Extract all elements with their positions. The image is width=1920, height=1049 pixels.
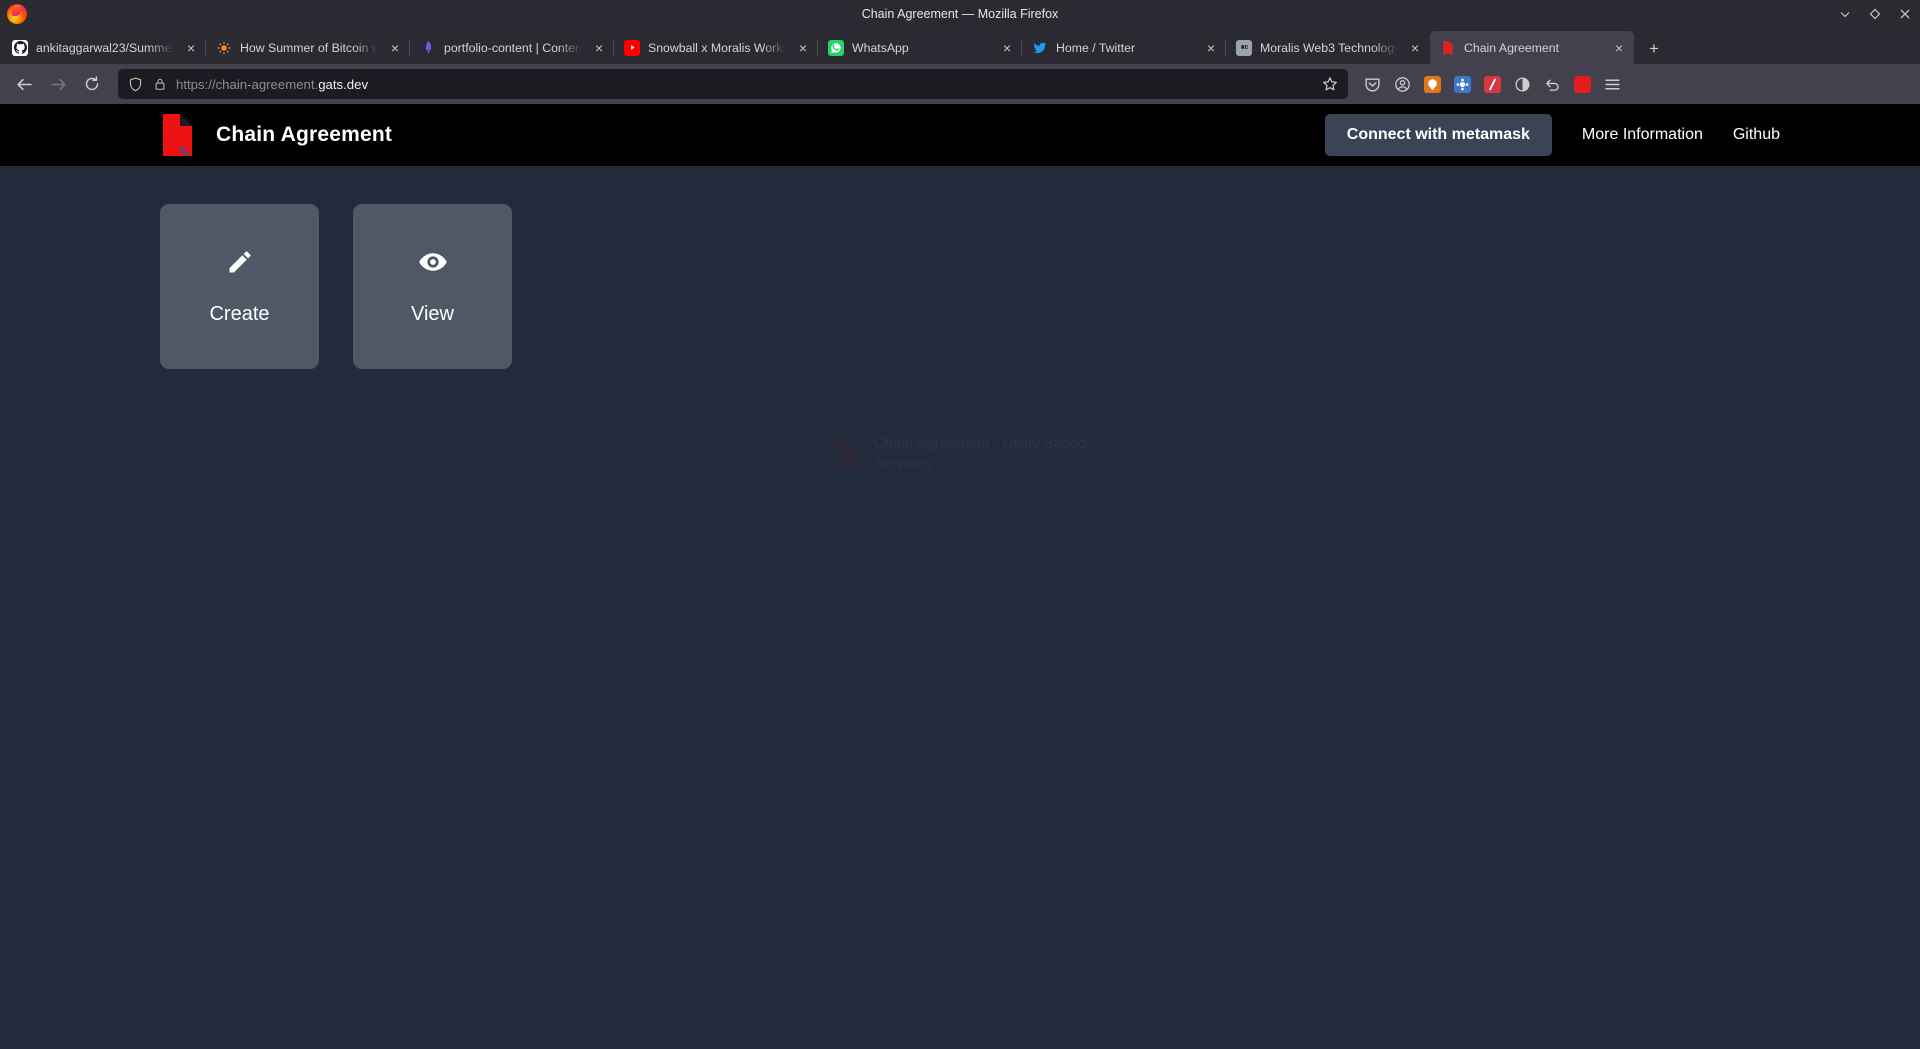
view-card[interactable]: View: [353, 204, 512, 369]
close-icon[interactable]: ×: [1406, 39, 1424, 57]
shield-icon[interactable]: [126, 75, 144, 93]
action-cards: Create View: [0, 166, 1920, 369]
window-controls: [1838, 0, 1912, 28]
view-card-label: View: [411, 303, 454, 325]
address-bar[interactable]: https://chain-agreement.gats.dev: [118, 69, 1348, 99]
maximize-icon[interactable]: [1868, 7, 1882, 21]
close-icon[interactable]: ×: [386, 39, 404, 57]
tab-title: How Summer of Bitcoin wo: [240, 40, 378, 55]
close-icon[interactable]: ×: [998, 39, 1016, 57]
padlock-icon[interactable]: [151, 75, 169, 93]
rocket-icon: [420, 40, 436, 56]
youtube-icon: [624, 39, 640, 56]
close-icon[interactable]: ×: [1610, 39, 1628, 57]
close-icon[interactable]: ×: [1202, 39, 1220, 57]
tab-title: portfolio-content | Content: [444, 40, 582, 55]
new-tab-button[interactable]: +: [1638, 34, 1670, 64]
chain-agreement-icon: [1440, 40, 1456, 56]
browser-tab-active[interactable]: Chain Agreement ×: [1430, 31, 1634, 64]
close-icon[interactable]: ×: [794, 39, 812, 57]
eye-icon: [418, 247, 448, 277]
nav-link-more-information[interactable]: More Information: [1582, 126, 1703, 144]
navigation-toolbar: https://chain-agreement.gats.dev: [0, 64, 1920, 104]
url-prefix: https://chain-agreement.: [176, 76, 319, 92]
close-icon[interactable]: ×: [182, 39, 200, 57]
browser-tab[interactable]: How Summer of Bitcoin wo ×: [206, 31, 410, 64]
url-domain: gats.dev: [318, 76, 369, 92]
forward-arrow-icon[interactable]: [42, 68, 74, 100]
site-header: Chain Agreement Connect with metamask Mo…: [0, 104, 1920, 166]
tab-title: WhatsApp: [852, 40, 909, 55]
app-menu-icon[interactable]: [1598, 70, 1626, 98]
account-circle-icon[interactable]: [1388, 70, 1416, 98]
browser-tab[interactable]: Snowball x Moralis Worksh ×: [614, 31, 818, 64]
window-titlebar: Chain Agreement — Mozilla Firefox: [0, 0, 1920, 28]
tab-title: Home / Twitter: [1056, 40, 1136, 55]
browser-tab[interactable]: portfolio-content | Content ×: [410, 31, 614, 64]
connect-with-metamask-button[interactable]: Connect with metamask: [1324, 114, 1552, 156]
firefox-logo-icon: [7, 4, 27, 24]
star-icon[interactable]: [1320, 74, 1340, 94]
twitter-icon: [1032, 40, 1048, 56]
tab-title: Snowball x Moralis Worksh: [648, 40, 786, 55]
create-card[interactable]: Create: [160, 204, 319, 369]
watermark-text: Chain Agreement - Utility Based Services: [874, 434, 1087, 475]
watermark-line-2: Services: [874, 455, 932, 472]
watermark-document-icon: [834, 438, 860, 471]
github-icon: [12, 39, 28, 56]
reload-icon[interactable]: [76, 68, 108, 100]
browser-tab[interactable]: Home / Twitter ×: [1022, 31, 1226, 64]
puzzle-extension-icon[interactable]: [1448, 70, 1476, 98]
nav-link-github[interactable]: Github: [1733, 126, 1780, 144]
extensions-tray: [1358, 70, 1626, 98]
sun-icon: [216, 40, 232, 56]
document-file-icon: [160, 114, 194, 156]
recording-extension-icon[interactable]: [1568, 70, 1596, 98]
pencil-icon: [226, 247, 254, 277]
create-card-label: Create: [209, 303, 270, 325]
tab-title: Moralis Web3 Technology -: [1260, 40, 1398, 55]
minimize-icon[interactable]: [1838, 7, 1852, 21]
close-icon[interactable]: ×: [590, 39, 608, 57]
red-extension-icon[interactable]: [1478, 70, 1506, 98]
close-icon[interactable]: [1898, 7, 1912, 21]
metamask-extension-icon[interactable]: [1418, 70, 1446, 98]
background-watermark: Chain Agreement - Utility Based Services: [0, 434, 1920, 475]
watermark-line-1: Chain Agreement - Utility Based: [874, 435, 1087, 452]
tab-strip: ankitaggarwal23/Summer- × How Summer of …: [0, 28, 1920, 64]
moralis-icon: [1236, 39, 1252, 56]
page-title: Chain Agreement: [216, 123, 393, 146]
pocket-icon[interactable]: [1358, 70, 1386, 98]
tab-title: ankitaggarwal23/Summer-: [36, 40, 174, 55]
browser-tab[interactable]: ankitaggarwal23/Summer- ×: [2, 31, 206, 64]
brand[interactable]: Chain Agreement: [160, 114, 392, 156]
tab-title: Chain Agreement: [1464, 40, 1560, 55]
page-viewport: Chain Agreement Connect with metamask Mo…: [0, 104, 1920, 1049]
dark-reader-icon[interactable]: [1508, 70, 1536, 98]
browser-tab[interactable]: Moralis Web3 Technology - ×: [1226, 31, 1430, 64]
back-arrow-icon[interactable]: [8, 68, 40, 100]
browser-tab[interactable]: WhatsApp ×: [818, 31, 1022, 64]
url-text: https://chain-agreement.gats.dev: [176, 77, 1313, 92]
site-navigation: Connect with metamask More Information G…: [1324, 114, 1780, 156]
whatsapp-icon: [828, 39, 844, 56]
window-title: Chain Agreement — Mozilla Firefox: [861, 7, 1059, 21]
undo-icon[interactable]: [1538, 70, 1566, 98]
